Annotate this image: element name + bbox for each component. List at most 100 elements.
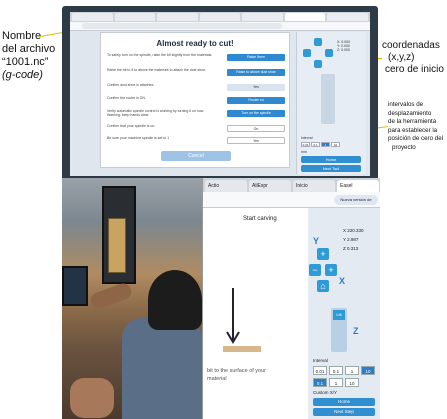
annotation-intervals-line6: proyecto bbox=[392, 143, 416, 151]
coord-z: Z 0.313 bbox=[343, 246, 359, 251]
step-text: Confirm the router is ON. bbox=[107, 96, 146, 100]
step-button[interactable]: Yes bbox=[227, 137, 285, 144]
step-text: To safely turn on the spindle, raise the… bbox=[107, 53, 213, 57]
browser-tab[interactable] bbox=[157, 13, 198, 21]
annotation-coords: coordenadas (x,y,z) cero de inicio bbox=[382, 40, 446, 76]
modal-title: Almost ready to cut! bbox=[156, 39, 234, 48]
annotation-file-name-line3: “1001.nc” bbox=[2, 56, 49, 68]
coord-z: Z: 0.000 bbox=[337, 48, 350, 52]
browser-tab-bar: Actio AliExpr Inicio Easel bbox=[203, 178, 380, 192]
units-label: mm bbox=[301, 150, 307, 154]
jog-home-icon[interactable]: ⌂ bbox=[317, 280, 329, 292]
step-text: Confirm dust shoe is attached. bbox=[107, 83, 155, 87]
modal-step: Confirm dust shoe is attached. Yes bbox=[107, 83, 285, 94]
browser-tab[interactable] bbox=[114, 13, 156, 21]
annotation-intervals-line2: desplazamiento bbox=[388, 109, 432, 117]
operator-head bbox=[148, 270, 202, 330]
jog-down-icon[interactable] bbox=[314, 60, 322, 68]
account-button[interactable]: Nueva versión de bbox=[334, 195, 378, 205]
axis-y-label: Y bbox=[313, 236, 320, 246]
step-text: Verify automatic spindle control is work… bbox=[107, 109, 205, 117]
annotation-file-name-line1: Nombre bbox=[2, 30, 42, 42]
annotation-intervals-line5: posición de cero del bbox=[388, 135, 444, 142]
next-step-button[interactable]: Next Step bbox=[313, 408, 375, 416]
increment-option-selected[interactable]: 10 bbox=[361, 366, 375, 375]
modal-step: Confirm the router is ON. Router on bbox=[107, 96, 285, 107]
modal-step: Raise the bit to 5 to above the material… bbox=[107, 68, 285, 79]
jog-right-icon[interactable]: + bbox=[325, 264, 337, 276]
next-tool-button[interactable]: Next Tool bbox=[301, 165, 361, 172]
step-button[interactable]: Raise to above dust shoe bbox=[227, 69, 285, 76]
modal-step: Be sure your machine spindle is set to 1… bbox=[107, 136, 285, 147]
home-button[interactable]: Home bbox=[301, 156, 361, 163]
increment-option[interactable]: 10 bbox=[345, 378, 359, 387]
lift-button[interactable]: Lift bbox=[333, 310, 345, 320]
operator-arm bbox=[88, 281, 134, 311]
annotation-coords-line3: cero de inicio bbox=[385, 64, 444, 75]
step-text: Raise the bit to 5 to above the material… bbox=[107, 68, 207, 72]
carving-content: Start carving bit to the surface of your… bbox=[203, 208, 308, 419]
jog-right-icon[interactable] bbox=[325, 49, 333, 57]
jog-panel: X: 0.000 Y: 0.000 Z: 0.000 Interval 0.01… bbox=[296, 32, 366, 174]
step-button[interactable]: Raise 5mm bbox=[227, 54, 285, 61]
browser-tab[interactable] bbox=[199, 13, 241, 21]
step-button[interactable]: Yes bbox=[227, 84, 285, 91]
jog-up-icon[interactable] bbox=[314, 38, 322, 46]
home-button[interactable]: Home bbox=[313, 398, 375, 406]
axis-x-label: X bbox=[339, 276, 346, 286]
browser-tab[interactable] bbox=[72, 13, 113, 21]
browser-tab-bar bbox=[70, 12, 370, 22]
instruction-line2: material bbox=[207, 376, 227, 382]
increment-option[interactable]: 0.01 bbox=[301, 142, 310, 147]
increment-option[interactable]: 10 bbox=[331, 142, 340, 147]
interval-label: Interval bbox=[301, 136, 313, 140]
ready-to-cut-modal: Almost ready to cut! To safely turn on t… bbox=[100, 32, 290, 168]
annotation-intervals-line3: de la herramienta bbox=[388, 118, 437, 125]
increment-option[interactable]: 0.1 bbox=[311, 142, 320, 147]
increment-option[interactable]: 0.1 bbox=[329, 366, 343, 375]
z-axis-control[interactable]: Lift bbox=[331, 308, 347, 352]
z-axis-control[interactable] bbox=[321, 74, 335, 124]
jog-left-icon[interactable] bbox=[303, 49, 311, 57]
step-button[interactable]: Router on bbox=[227, 97, 285, 104]
jog-left-icon[interactable]: − bbox=[309, 264, 321, 276]
jog-up-icon[interactable]: + bbox=[317, 248, 329, 260]
increment-selector-z: 0.1 1 10 bbox=[313, 378, 359, 387]
interval-label: Interval bbox=[313, 358, 328, 363]
increment-option[interactable]: 0.01 bbox=[313, 366, 327, 375]
browser-tab[interactable] bbox=[327, 13, 369, 21]
browser-tab[interactable]: AliExpr bbox=[249, 180, 291, 192]
browser-tab-active[interactable]: Easel bbox=[337, 180, 379, 192]
operator-body bbox=[122, 318, 202, 419]
step-text: Be sure your machine spindle is set to 1 bbox=[107, 136, 170, 140]
step-button[interactable]: On bbox=[227, 125, 285, 132]
jog-panel-zoomed: Y + − + ⌂ X X 220.330 Y 2.987 Z 0.313 Li… bbox=[309, 208, 380, 419]
coordinate-readout: X: 0.000 Y: 0.000 Z: 0.000 bbox=[337, 40, 350, 52]
annotation-file-name-line4: (g-code) bbox=[2, 69, 43, 81]
units-label: Custom X/Y bbox=[313, 390, 338, 395]
step-text: Confirm that your spindle is on. bbox=[107, 124, 156, 128]
increment-option-selected[interactable]: 1 bbox=[321, 142, 330, 147]
increment-option-selected[interactable]: 0.1 bbox=[313, 378, 327, 387]
cancel-button[interactable]: Cancel bbox=[161, 151, 231, 161]
browser-tab[interactable]: Inicio bbox=[293, 180, 335, 192]
lower-bit-arrow-icon bbox=[223, 288, 261, 352]
browser-window: Almost ready to cut! To safely turn on t… bbox=[70, 12, 370, 176]
annotation-intervals: intervalos de desplazamiento de la herra… bbox=[388, 101, 446, 152]
step-button[interactable]: Turn on the spindle bbox=[227, 110, 285, 117]
modal-step: Verify automatic spindle control is work… bbox=[107, 109, 285, 120]
coordinate-readout-zoomed: X 220.330 Y 2.987 Z 0.313 bbox=[343, 226, 364, 253]
cnc-operator-photo bbox=[62, 178, 202, 419]
address-bar[interactable] bbox=[70, 22, 370, 31]
browser-tab[interactable]: Actio bbox=[205, 180, 247, 192]
increment-option[interactable]: 1 bbox=[345, 366, 359, 375]
browser-tab[interactable] bbox=[242, 13, 283, 21]
axis-z-label: Z bbox=[353, 326, 359, 336]
increment-option[interactable]: 1 bbox=[329, 378, 343, 387]
cnc-spindle bbox=[108, 218, 126, 273]
coord-y: Y 2.987 bbox=[343, 237, 359, 242]
annotation-coords-line2: (x,y,z) bbox=[388, 52, 415, 63]
browser-tab-active[interactable] bbox=[284, 13, 326, 21]
zoomed-screen-photo: Actio AliExpr Inicio Easel Nueva versión… bbox=[202, 178, 380, 419]
increment-selector-xy: 0.01 0.1 1 10 bbox=[313, 366, 375, 375]
